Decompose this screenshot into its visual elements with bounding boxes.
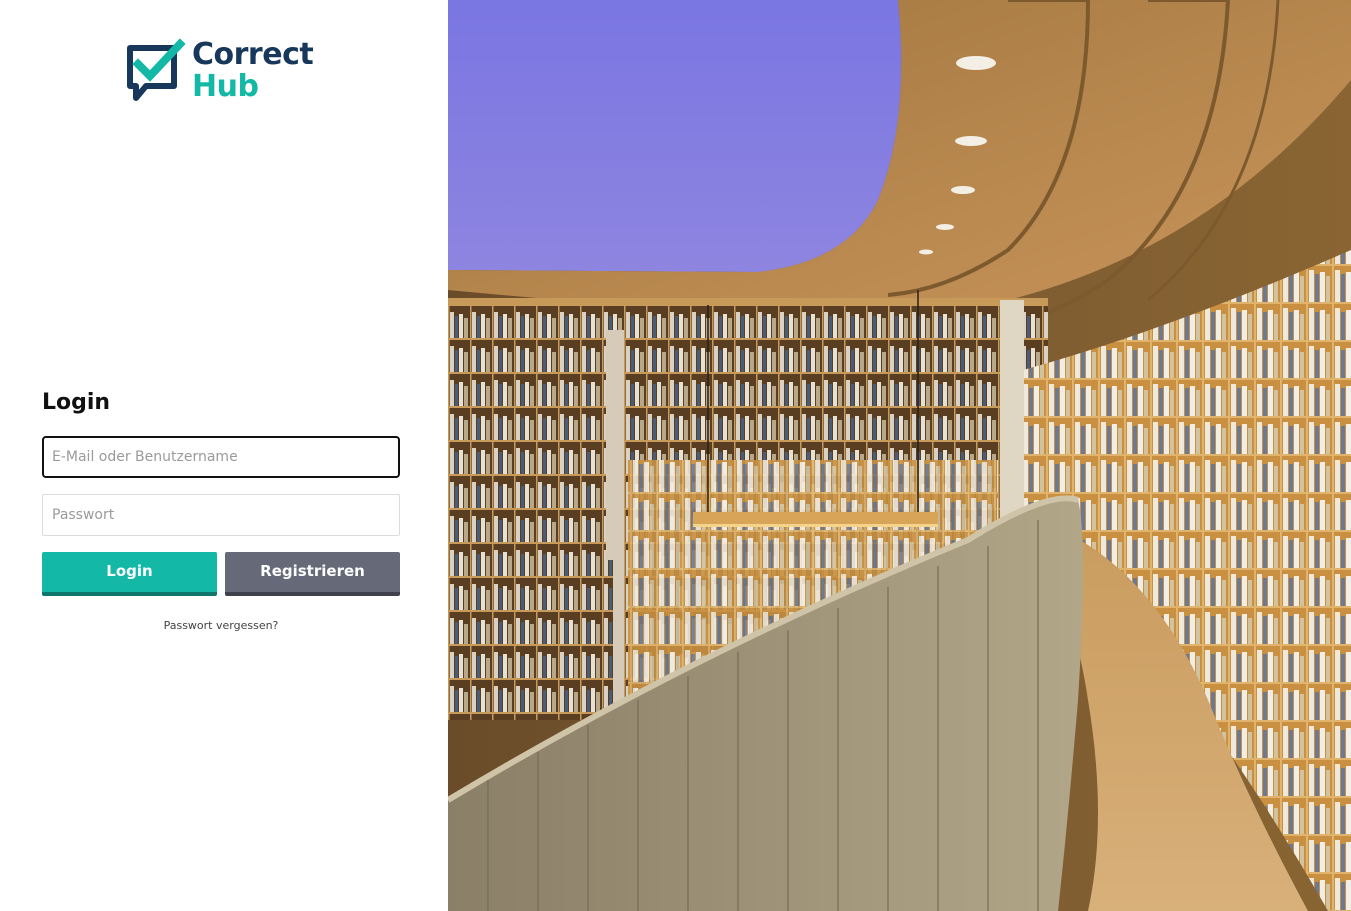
hero-image xyxy=(448,0,1351,911)
login-heading: Login xyxy=(42,390,111,415)
login-panel: Correct Hub Login Login Registrieren Pas… xyxy=(0,0,448,911)
brand-logo: Correct Hub xyxy=(124,37,314,106)
email-username-input[interactable] xyxy=(42,436,400,478)
checkmark-chat-icon xyxy=(127,38,186,101)
brand-wordmark: Correct Hub xyxy=(192,37,314,104)
brand-word-hub: Hub xyxy=(192,69,259,104)
library-bookshelves-photo xyxy=(448,0,1351,911)
login-button[interactable]: Login xyxy=(42,552,217,596)
login-page: Correct Hub Login Login Registrieren Pas… xyxy=(0,0,1351,911)
password-input[interactable] xyxy=(42,494,400,536)
forgot-password-link[interactable]: Passwort vergessen? xyxy=(42,619,400,632)
register-button[interactable]: Registrieren xyxy=(225,552,400,596)
brand-word-correct: Correct xyxy=(192,37,314,72)
